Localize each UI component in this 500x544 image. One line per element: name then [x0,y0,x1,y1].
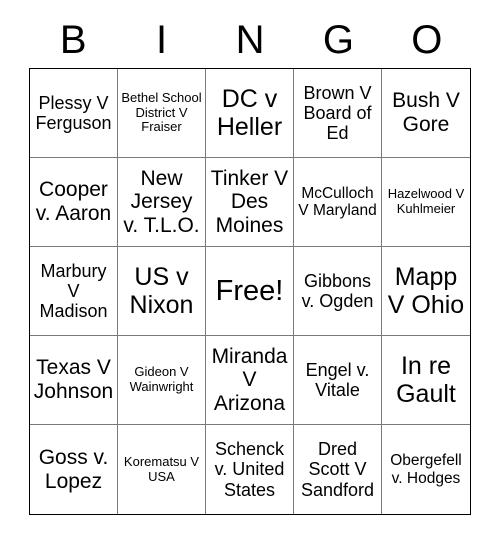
bingo-cell-label: McCulloch V Maryland [298,184,377,219]
bingo-header-letter-g: G [322,18,354,62]
bingo-cell-label: Goss v. Lopez [38,445,109,493]
bingo-cell-label: Engel v. Vitale [305,359,370,400]
bingo-cell[interactable]: Tinker V Des Moines [206,158,294,247]
bingo-cell[interactable]: Mapp V Ohio [382,247,470,336]
bingo-cell-label: DC v Heller [216,85,283,141]
bingo-cell-label: Bethel School District V Fraiser [121,90,202,135]
bingo-cell-label: Gideon V Wainwright [129,364,194,394]
bingo-cell-label: Gibbons v. Ogden [301,270,374,311]
bingo-cell-label: Bush V Gore [392,89,460,136]
bingo-cell-label: Obergefell v. Hodges [390,452,462,487]
bingo-cell[interactable]: US v Nixon [118,247,206,336]
bingo-cell-label: Schenck v. United States [214,439,285,500]
bingo-cell[interactable]: Texas V Johnson [30,336,118,425]
bingo-cell-label: Tinker V Des Moines [210,166,289,237]
bingo-cell-label: Texas V Johnson [33,356,114,403]
bingo-cell[interactable]: In re Gault [382,336,470,425]
bingo-header-letter-n: N [235,18,265,62]
bingo-cell-label: US v Nixon [129,263,194,319]
bingo-cell[interactable]: Obergefell v. Hodges [382,425,470,514]
bingo-cell[interactable]: Gibbons v. Ogden [294,247,382,336]
bingo-cell-label: Cooper v. Aaron [35,178,112,225]
bingo-cell-label: Plessy V Ferguson [35,92,112,133]
bingo-header-letter-o: O [411,18,443,62]
bingo-grid: Plessy V Ferguson Bethel School District … [29,68,471,515]
bingo-cell[interactable]: Cooper v. Aaron [30,158,118,247]
bingo-cell[interactable]: Engel v. Vitale [294,336,382,425]
bingo-cell[interactable]: Brown V Board of Ed [294,69,382,158]
bingo-cell-label: Miranda V Arizona [211,344,288,415]
bingo-cell[interactable]: Goss v. Lopez [30,425,118,514]
bingo-cell-label: In re Gault [396,352,456,408]
bingo-cell[interactable]: DC v Heller [206,69,294,158]
bingo-cell[interactable]: Miranda V Arizona [206,336,294,425]
bingo-cell[interactable]: Hazelwood V Kuhlmeier [382,158,470,247]
bingo-cell-label: Dred Scott V Sandford [300,439,375,500]
bingo-cell-label: Brown V Board of Ed [303,82,372,144]
bingo-cell[interactable]: New Jersey v. T.L.O. [118,158,206,247]
bingo-cell-label: Hazelwood V Kuhlmeier [387,186,465,216]
bingo-cell[interactable]: Gideon V Wainwright [118,336,206,425]
bingo-card: B I N G O Plessy V Ferguson Bethel School… [0,0,500,544]
bingo-cell[interactable]: Marbury V Madison [30,247,118,336]
bingo-cell[interactable]: Bush V Gore [382,69,470,158]
bingo-header-row: B I N G O [29,12,471,68]
bingo-cell[interactable]: Dred Scott V Sandford [294,425,382,514]
bingo-cell[interactable]: Korematsu V USA [118,425,206,514]
bingo-free-space-cell[interactable]: Free! [206,247,294,336]
bingo-header-letter-i: I [156,18,168,62]
bingo-cell[interactable]: McCulloch V Maryland [294,158,382,247]
bingo-cell[interactable]: Schenck v. United States [206,425,294,514]
bingo-header-letter-b: B [59,18,87,62]
bingo-cell[interactable]: Bethel School District V Fraiser [118,69,206,158]
bingo-cell-label: Mapp V Ohio [387,263,465,319]
bingo-cell-label: New Jersey v. T.L.O. [123,166,200,237]
bingo-cell-label: Marbury V Madison [39,260,108,322]
bingo-cell-label: Free! [215,274,284,307]
bingo-cell[interactable]: Plessy V Ferguson [30,69,118,158]
bingo-cell-label: Korematsu V USA [123,453,200,484]
